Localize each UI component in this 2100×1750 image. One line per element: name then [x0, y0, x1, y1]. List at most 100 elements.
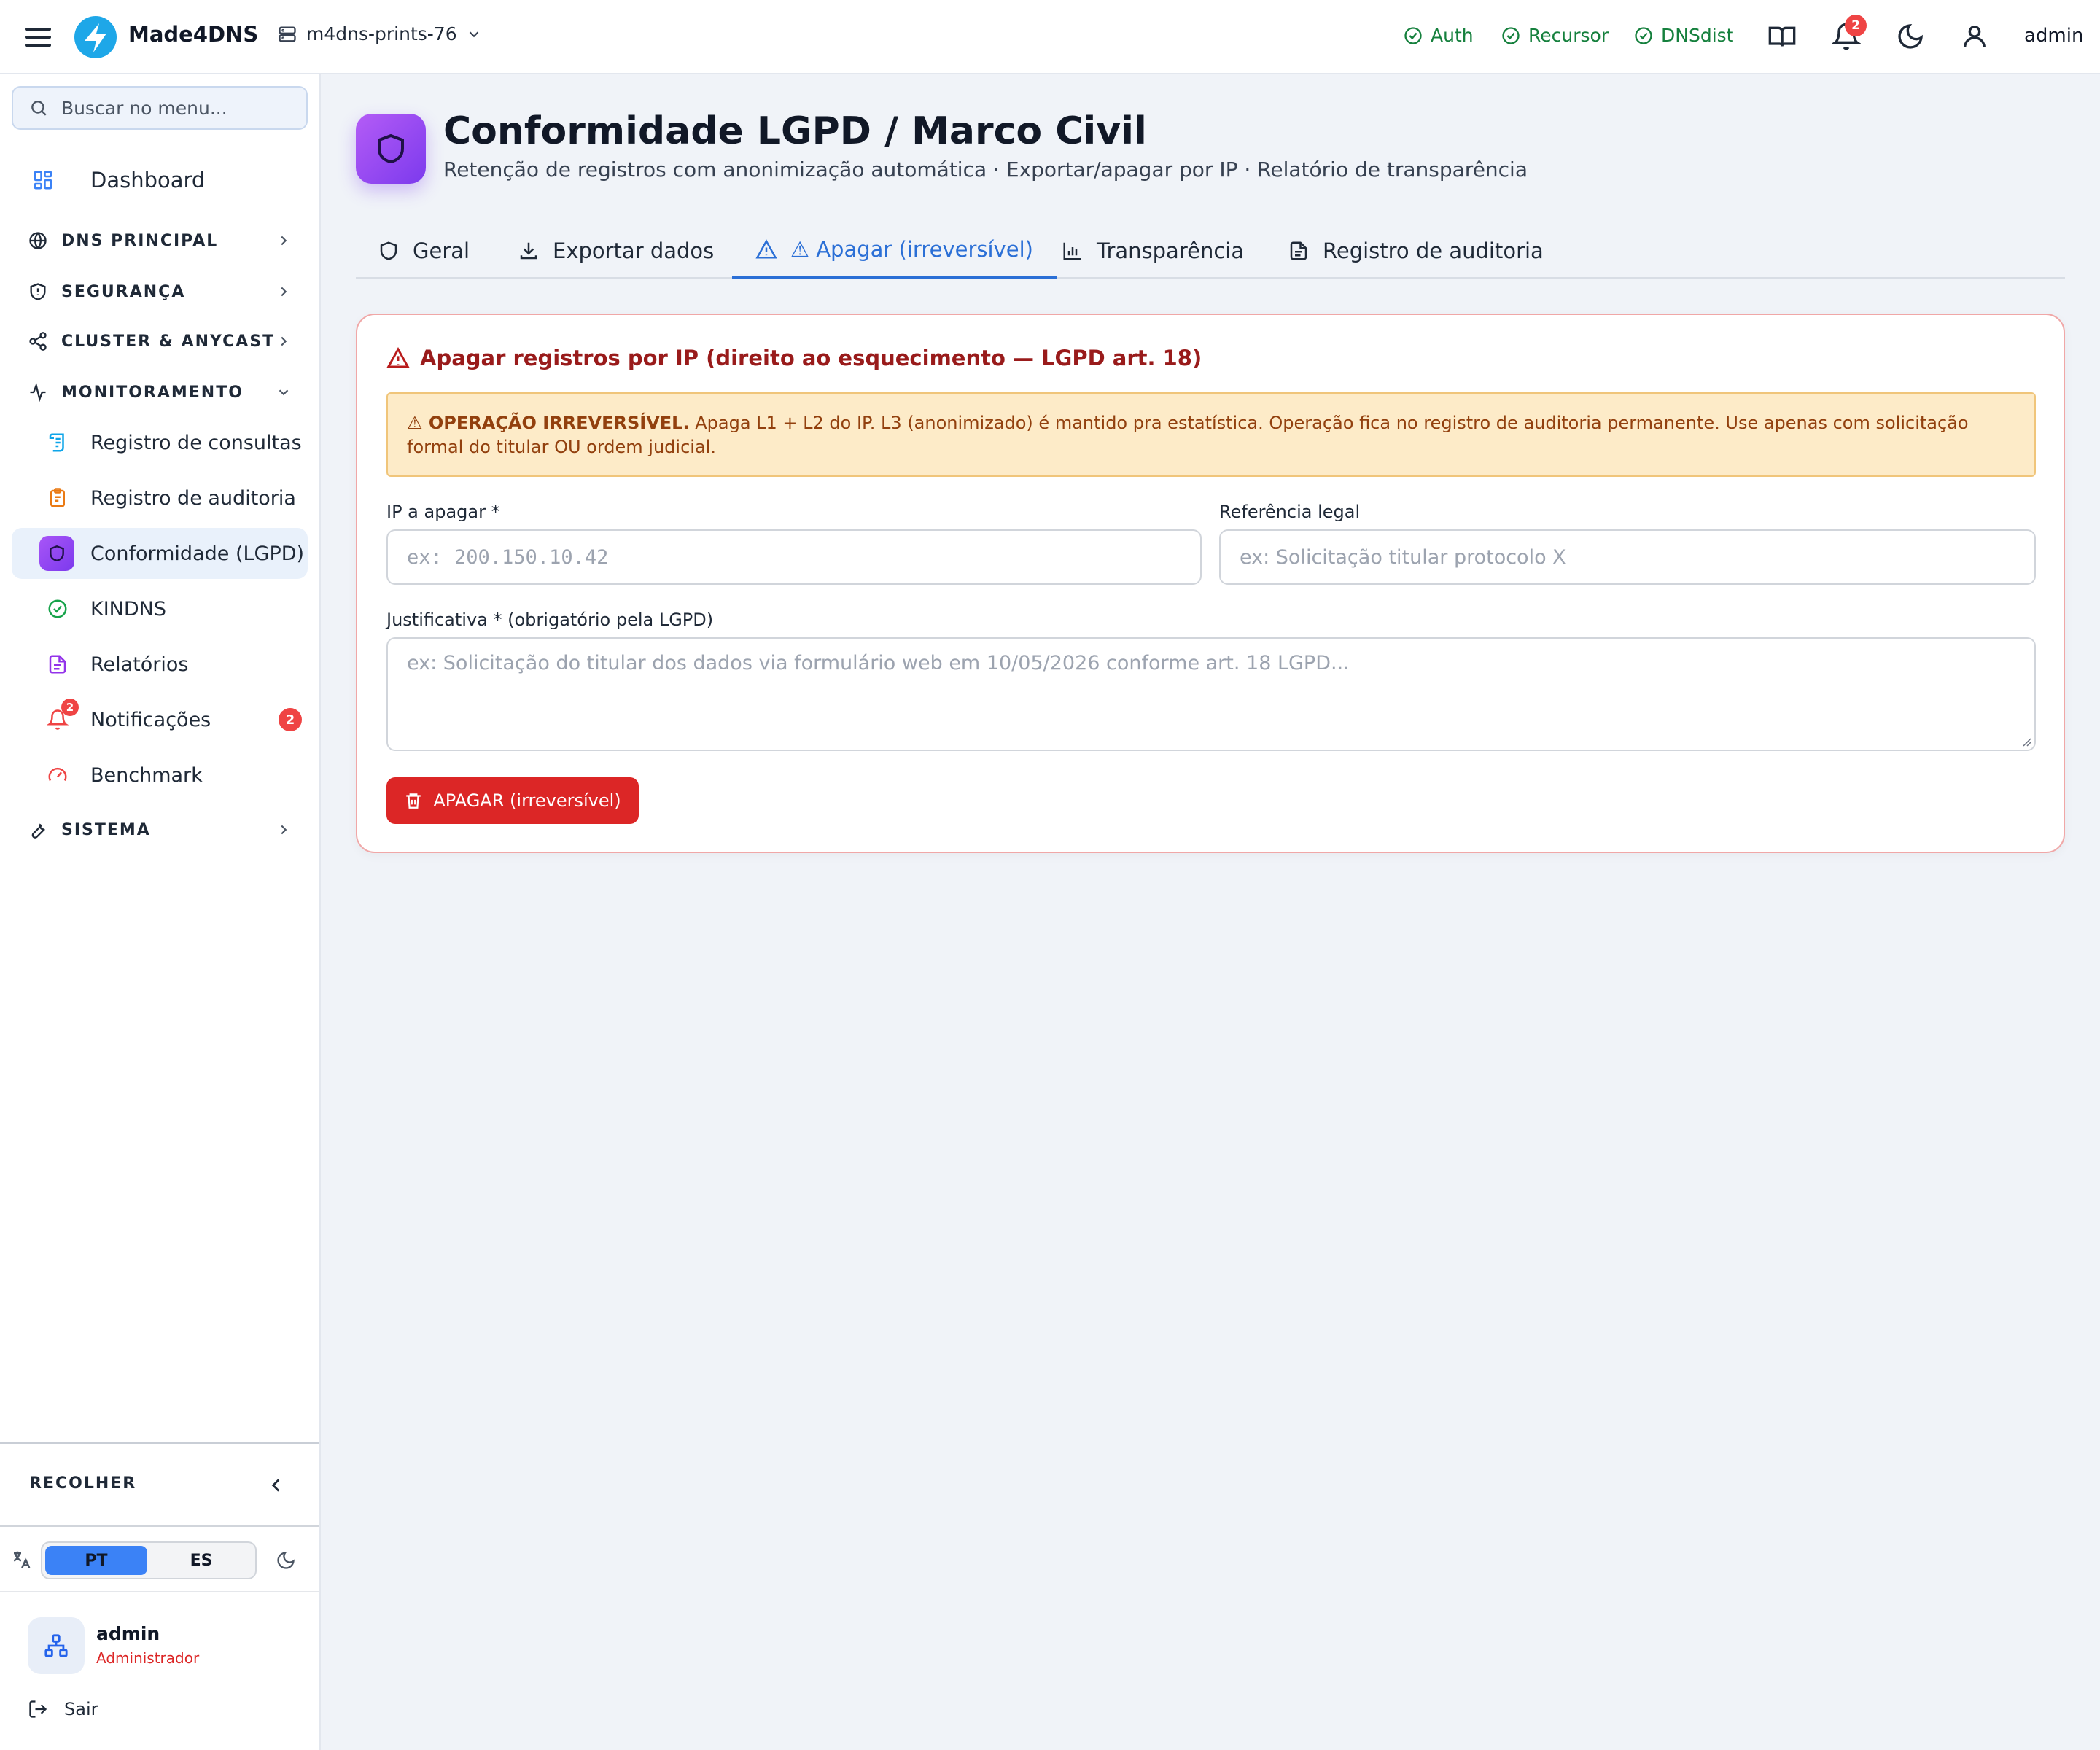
shield-icon — [39, 536, 74, 571]
dashboard-icon — [34, 171, 52, 190]
status-recursor[interactable]: Recursor — [1501, 25, 1609, 46]
irreversible-warning: ⚠ OPERAÇÃO IRREVERSÍVEL. Apaga L1 + L2 d… — [386, 392, 2036, 477]
sidebar-item-notificacoes[interactable]: 2 Notificações 2 — [12, 694, 308, 745]
ip-input[interactable]: ex: 200.150.10.42 — [386, 529, 1202, 585]
tab-registro-auditoria[interactable]: Registro de auditoria — [1288, 223, 1544, 279]
clipboard-icon — [50, 488, 65, 508]
globe-icon — [29, 232, 47, 249]
status-recursor-label: Recursor — [1528, 25, 1609, 46]
tab-geral[interactable]: Geral — [378, 223, 470, 279]
erase-button[interactable]: APAGAR (irreversível) — [386, 777, 639, 824]
page-title: Conformidade LGPD / Marco Civil — [443, 109, 1147, 153]
section-label: SISTEMA — [61, 820, 151, 839]
scroll-icon — [49, 433, 64, 452]
status-dnsdist-label: DNSdist — [1661, 25, 1734, 46]
language-row: PT ES — [0, 1525, 319, 1592]
tab-label: Registro de auditoria — [1323, 238, 1544, 263]
moon-icon[interactable] — [276, 1550, 296, 1571]
server-name: m4dns-prints-76 — [306, 23, 457, 44]
resize-handle-icon[interactable] — [2020, 735, 2031, 747]
section-label: MONITORAMENTO — [61, 383, 244, 402]
collapse-label: RECOLHER — [29, 1474, 137, 1493]
sidebar-item-relatorios[interactable]: Relatórios — [12, 639, 308, 690]
file-text-icon — [49, 655, 66, 674]
sidebar-item-registro-auditoria[interactable]: Registro de auditoria — [12, 472, 308, 524]
check-circle-icon — [1635, 26, 1652, 44]
justification-textarea[interactable]: ex: Solicitação do titular dos dados via… — [386, 637, 2036, 751]
user-icon[interactable] — [1960, 22, 1989, 51]
top-user-name[interactable]: admin — [2024, 25, 2083, 47]
lang-pt-button[interactable]: PT — [45, 1546, 147, 1575]
search-icon — [31, 101, 47, 116]
status-auth-label: Auth — [1431, 25, 1474, 46]
sidebar-item-label: Notificações — [90, 708, 211, 731]
section-label: CLUSTER & ANYCAST — [61, 332, 276, 351]
tab-apagar[interactable]: ⚠ Apagar (irreversível) — [732, 223, 1057, 279]
search-input[interactable]: Buscar no menu... — [61, 98, 228, 119]
notification-badge: 2 — [1845, 15, 1867, 36]
page-subtitle: Retenção de registros com anonimização a… — [443, 158, 1528, 182]
sidebar-item-kindns[interactable]: KINDNS — [12, 583, 308, 634]
section-dns-principal[interactable]: DNS PRINCIPAL — [12, 219, 308, 262]
activity-icon — [30, 382, 46, 402]
sidebar-search[interactable]: Buscar no menu... — [12, 86, 308, 130]
section-seguranca[interactable]: SEGURANÇA — [12, 270, 308, 314]
bar-chart-icon — [1063, 242, 1081, 260]
file-text-icon — [1290, 241, 1307, 260]
menu-icon[interactable] — [25, 25, 51, 50]
section-cluster-anycast[interactable]: CLUSTER & ANYCAST — [12, 319, 308, 363]
warning-strong: ⚠ OPERAÇÃO IRREVERSÍVEL. — [407, 413, 690, 433]
logo-icon — [74, 16, 117, 58]
book-icon[interactable] — [1768, 22, 1797, 51]
share-icon — [29, 332, 47, 351]
server-selector[interactable]: m4dns-prints-76 — [277, 23, 482, 44]
chevron-down-icon — [469, 31, 478, 37]
section-sistema[interactable]: SISTEMA — [12, 808, 308, 852]
download-icon — [520, 242, 537, 260]
erase-card-title-text: Apagar registros por IP (direito ao esqu… — [420, 346, 1202, 370]
chevron-right-icon — [281, 336, 287, 346]
logout-icon — [29, 1700, 47, 1718]
sidebar-user-name: admin — [96, 1623, 160, 1644]
justification-label: Justificativa * (obrigatório pela LGPD) — [386, 610, 714, 630]
sidebar-item-dashboard[interactable]: Dashboard — [12, 155, 308, 206]
logout-button[interactable]: Sair — [28, 1699, 98, 1719]
sidebar-item-registro-consultas[interactable]: Registro de consultas — [12, 417, 308, 468]
translate-icon — [13, 1551, 31, 1568]
sidebar-item-conformidade-lgpd[interactable]: Conformidade (LGPD) — [12, 528, 308, 579]
section-monitoramento[interactable]: MONITORAMENTO — [12, 370, 308, 414]
sidebar-item-label: Registro de auditoria — [90, 486, 296, 510]
sidebar-item-label: KINDNS — [90, 597, 166, 621]
avatar — [28, 1617, 85, 1674]
ref-label: Referência legal — [1219, 502, 1361, 522]
tab-transparencia[interactable]: Transparência — [1062, 223, 1244, 279]
language-toggle[interactable]: PT ES — [41, 1541, 257, 1579]
ref-input[interactable]: ex: Solicitação titular protocolo X — [1219, 529, 2036, 585]
lang-es-button[interactable]: ES — [150, 1546, 252, 1575]
warning-icon — [755, 239, 777, 259]
moon-icon[interactable] — [1896, 22, 1925, 51]
collapse-sidebar[interactable]: RECOLHER — [0, 1442, 319, 1527]
logout-label: Sair — [64, 1699, 98, 1719]
erase-card-title: Apagar registros por IP (direito ao esqu… — [386, 346, 1202, 370]
sidebar-user-role: Administrador — [96, 1649, 200, 1667]
sidebar-item-label: Dashboard — [90, 168, 206, 192]
shield-icon — [380, 241, 397, 260]
notification-count-badge: 2 — [279, 708, 302, 731]
sidebar-item-benchmark[interactable]: Benchmark — [12, 750, 308, 801]
gauge-icon — [48, 767, 67, 782]
network-icon — [44, 1634, 68, 1657]
chevron-left-icon — [271, 1479, 280, 1492]
section-label: SEGURANÇA — [61, 282, 186, 301]
trash-icon — [406, 793, 421, 809]
chevron-right-icon — [281, 236, 287, 246]
status-auth[interactable]: Auth — [1403, 25, 1474, 46]
tab-bar: Geral Exportar dados ⚠ Apagar (irreversí… — [356, 223, 2065, 279]
tab-exportar-dados[interactable]: Exportar dados — [518, 223, 714, 279]
ip-label: IP a apagar * — [386, 502, 500, 522]
server-icon — [279, 26, 296, 42]
chevron-down-icon — [279, 389, 289, 396]
tab-label: ⚠ Apagar (irreversível) — [790, 237, 1033, 262]
justification-placeholder: ex: Solicitação do titular dos dados via… — [407, 652, 1350, 674]
status-dnsdist[interactable]: DNSdist — [1633, 25, 1733, 46]
